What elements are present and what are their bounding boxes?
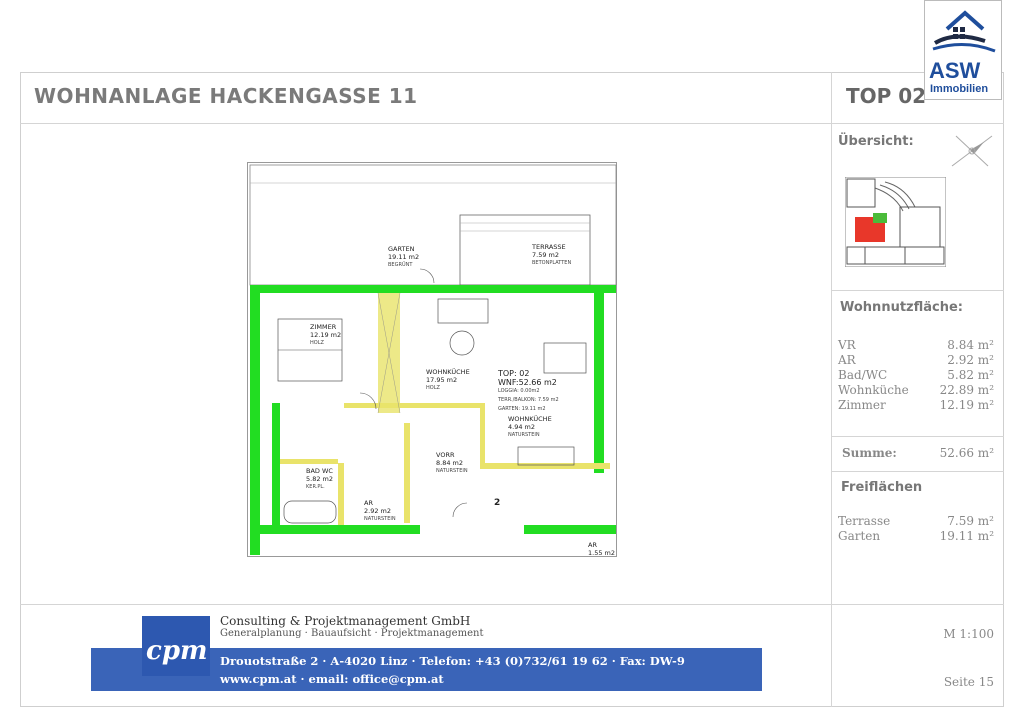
company-address: Drouotstraße 2 · A-4020 Linz · Telefon: … [220, 654, 685, 668]
unit-summary: TOP: 02 WNF:52.66 m2 LOGGIA: 0.00m2 TERR./… [498, 369, 559, 412]
area-value-wohnkueche: 22.89 m² [939, 383, 994, 397]
room-ar-2: AR 1.55 m2 [588, 541, 616, 557]
page-title: WOHNANLAGE HACKENGASSE 11 [34, 84, 418, 108]
stair-marker: 2 [494, 498, 501, 508]
room-kueche: WOHNKÜCHE 4.94 m2 NATURSTEIN [508, 415, 552, 438]
area-label-bad: Bad/WC [838, 368, 888, 382]
outdoor-heading: Freiflächen [841, 480, 923, 495]
sidebar-sep-3 [831, 471, 1004, 472]
sidebar-sep-1 [831, 290, 1004, 291]
unit-label: TOP 02 [846, 84, 927, 108]
sidebar-sep-2 [831, 436, 1004, 437]
sum-value: 52.66 m² [939, 446, 994, 460]
outdoor-value-terrasse: 7.59 m² [947, 514, 994, 528]
overview-label: Übersicht: [838, 134, 914, 149]
floor-plan-drawing [249, 164, 617, 555]
outdoor-label-terrasse: Terrasse [838, 514, 891, 528]
asw-logo-name: ASW [929, 58, 981, 83]
area-value-vr: 8.84 m² [947, 338, 994, 352]
area-value-ar: 2.92 m² [947, 353, 994, 367]
footer-divider [20, 604, 1004, 605]
area-label-wohnkueche: Wohnküche [838, 383, 909, 397]
floor-plan: GARTEN 19.11 m2 BEGRÜNT TERRASSE 7.59 m2 BET… [247, 162, 617, 557]
house-icon [932, 10, 996, 53]
scale-label: M 1:100 [943, 627, 994, 641]
site-overview-map [845, 177, 946, 267]
outdoor-label-garten: Garten [838, 529, 881, 543]
room-terrasse: TERRASSE 7.59 m2 BETONPLATTEN [532, 243, 572, 266]
room-wohnkueche: WOHNKÜCHE 17.95 m2 HOLZ [426, 368, 470, 391]
compass-icon [951, 135, 993, 167]
area-label-ar: AR [838, 353, 856, 367]
sum-label: Summe: [842, 446, 897, 460]
header-divider [20, 123, 1004, 124]
room-vorr: VORR 8.84 m2 NATURSTEIN [436, 451, 468, 474]
area-value-zimmer: 12.19 m² [939, 398, 994, 412]
area-label-vr: VR [838, 338, 856, 352]
room-garten: GARTEN 19.11 m2 BEGRÜNT [388, 245, 420, 268]
room-bad: BAD WC 5.82 m2 KER.PL. [306, 467, 334, 490]
room-ar: AR 2.92 m2 NATURSTEIN [364, 499, 396, 522]
asw-logo-sub: Immobilien [930, 83, 989, 95]
company-services: Generalplanung · Bauaufsicht · Projektma… [220, 628, 484, 639]
room-zimmer: ZIMMER 12.19 m2 HOLZ [310, 323, 342, 346]
sidebar-divider [831, 72, 832, 707]
outdoor-value-garten: 19.11 m² [939, 529, 994, 543]
cpm-logo-text: cpm [146, 636, 208, 666]
area-heading: Wohnnutzfläche: [840, 300, 963, 315]
company-name: Consulting & Projektmanagement GmbH [220, 614, 471, 628]
area-label-zimmer: Zimmer [838, 398, 886, 412]
page-number: Seite 15 [943, 675, 994, 689]
company-web-email[interactable]: www.cpm.at · email: office@cpm.at [220, 672, 444, 686]
area-value-bad: 5.82 m² [947, 368, 994, 382]
